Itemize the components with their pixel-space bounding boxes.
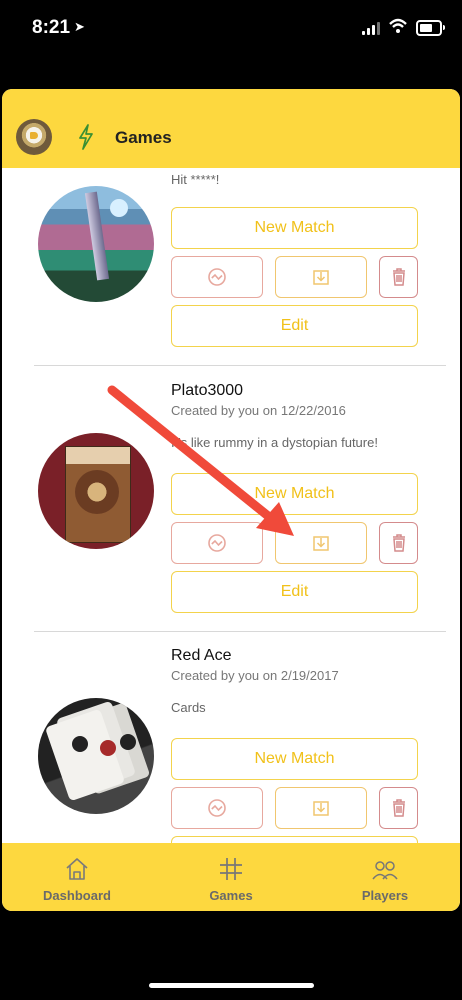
wifi-icon	[389, 18, 407, 33]
new-match-button[interactable]: New Match	[171, 207, 418, 249]
game-image	[38, 186, 154, 302]
game-card: Hit *****! New Match Edit	[2, 168, 460, 366]
export-button[interactable]	[275, 256, 367, 298]
cellular-signal-icon	[362, 21, 382, 35]
nav-label: Players	[361, 888, 409, 903]
download-icon	[313, 801, 329, 816]
game-description: Hit *****!	[171, 172, 220, 187]
new-match-button[interactable]: New Match	[171, 738, 418, 780]
game-card: Plato3000 Created by you on 12/22/2016 I…	[2, 366, 460, 632]
nav-label: Dashboard	[43, 888, 111, 903]
chart-icon	[208, 534, 226, 552]
game-created: Created by you on 12/22/2016	[171, 403, 346, 418]
game-description: It's like rummy in a dystopian future!	[171, 435, 378, 450]
chart-icon	[208, 268, 226, 286]
people-icon	[372, 861, 398, 880]
nav-dashboard[interactable]: Dashboard	[2, 843, 152, 911]
games-list[interactable]: Hit *****! New Match Edit Plato3000 Crea…	[2, 168, 460, 843]
location-arrow-icon: ➤	[74, 19, 85, 34]
download-icon	[313, 270, 329, 285]
app-header: Games	[2, 89, 460, 168]
game-name: Plato3000	[171, 382, 244, 399]
nav-label: Games	[209, 888, 253, 903]
status-time: 8:21	[32, 17, 71, 38]
nav-games[interactable]: Games	[156, 843, 306, 911]
game-name: Red Ace	[171, 647, 232, 664]
edit-button-partial[interactable]	[171, 836, 418, 843]
page-title: Games	[115, 128, 172, 147]
status-bar: 8:21 ➤	[0, 0, 462, 60]
new-match-button[interactable]: New Match	[171, 473, 418, 515]
edit-button[interactable]: Edit	[171, 305, 418, 347]
stats-button[interactable]	[171, 787, 263, 829]
stats-button[interactable]	[171, 256, 263, 298]
delete-button[interactable]	[379, 522, 418, 564]
export-button[interactable]	[275, 522, 367, 564]
nav-players[interactable]: Players	[310, 843, 460, 911]
delete-button[interactable]	[379, 256, 418, 298]
delete-button[interactable]	[379, 787, 418, 829]
trash-icon	[392, 268, 405, 286]
edit-button[interactable]: Edit	[171, 571, 418, 613]
game-card: Red Ace Created by you on 2/19/2017 Card…	[2, 631, 460, 843]
home-icon	[66, 858, 88, 880]
game-created: Created by you on 2/19/2017	[171, 668, 339, 683]
game-image	[38, 698, 154, 814]
stats-button[interactable]	[171, 522, 263, 564]
export-button[interactable]	[275, 787, 367, 829]
trash-icon	[392, 534, 405, 552]
eagle-avatar-icon[interactable]	[16, 119, 52, 155]
games-app-window: Games Hit *****! New Match Edit Plato300…	[2, 89, 460, 911]
chart-icon	[208, 799, 226, 817]
lightning-bolt-icon[interactable]	[76, 124, 96, 150]
trash-icon	[392, 799, 405, 817]
bottom-navigation: Dashboard Games Players	[2, 843, 460, 911]
battery-icon	[416, 20, 445, 36]
game-image	[38, 433, 154, 549]
hash-icon	[220, 858, 242, 880]
home-indicator[interactable]	[149, 983, 314, 988]
download-icon	[313, 536, 329, 551]
game-description: Cards	[171, 700, 206, 715]
